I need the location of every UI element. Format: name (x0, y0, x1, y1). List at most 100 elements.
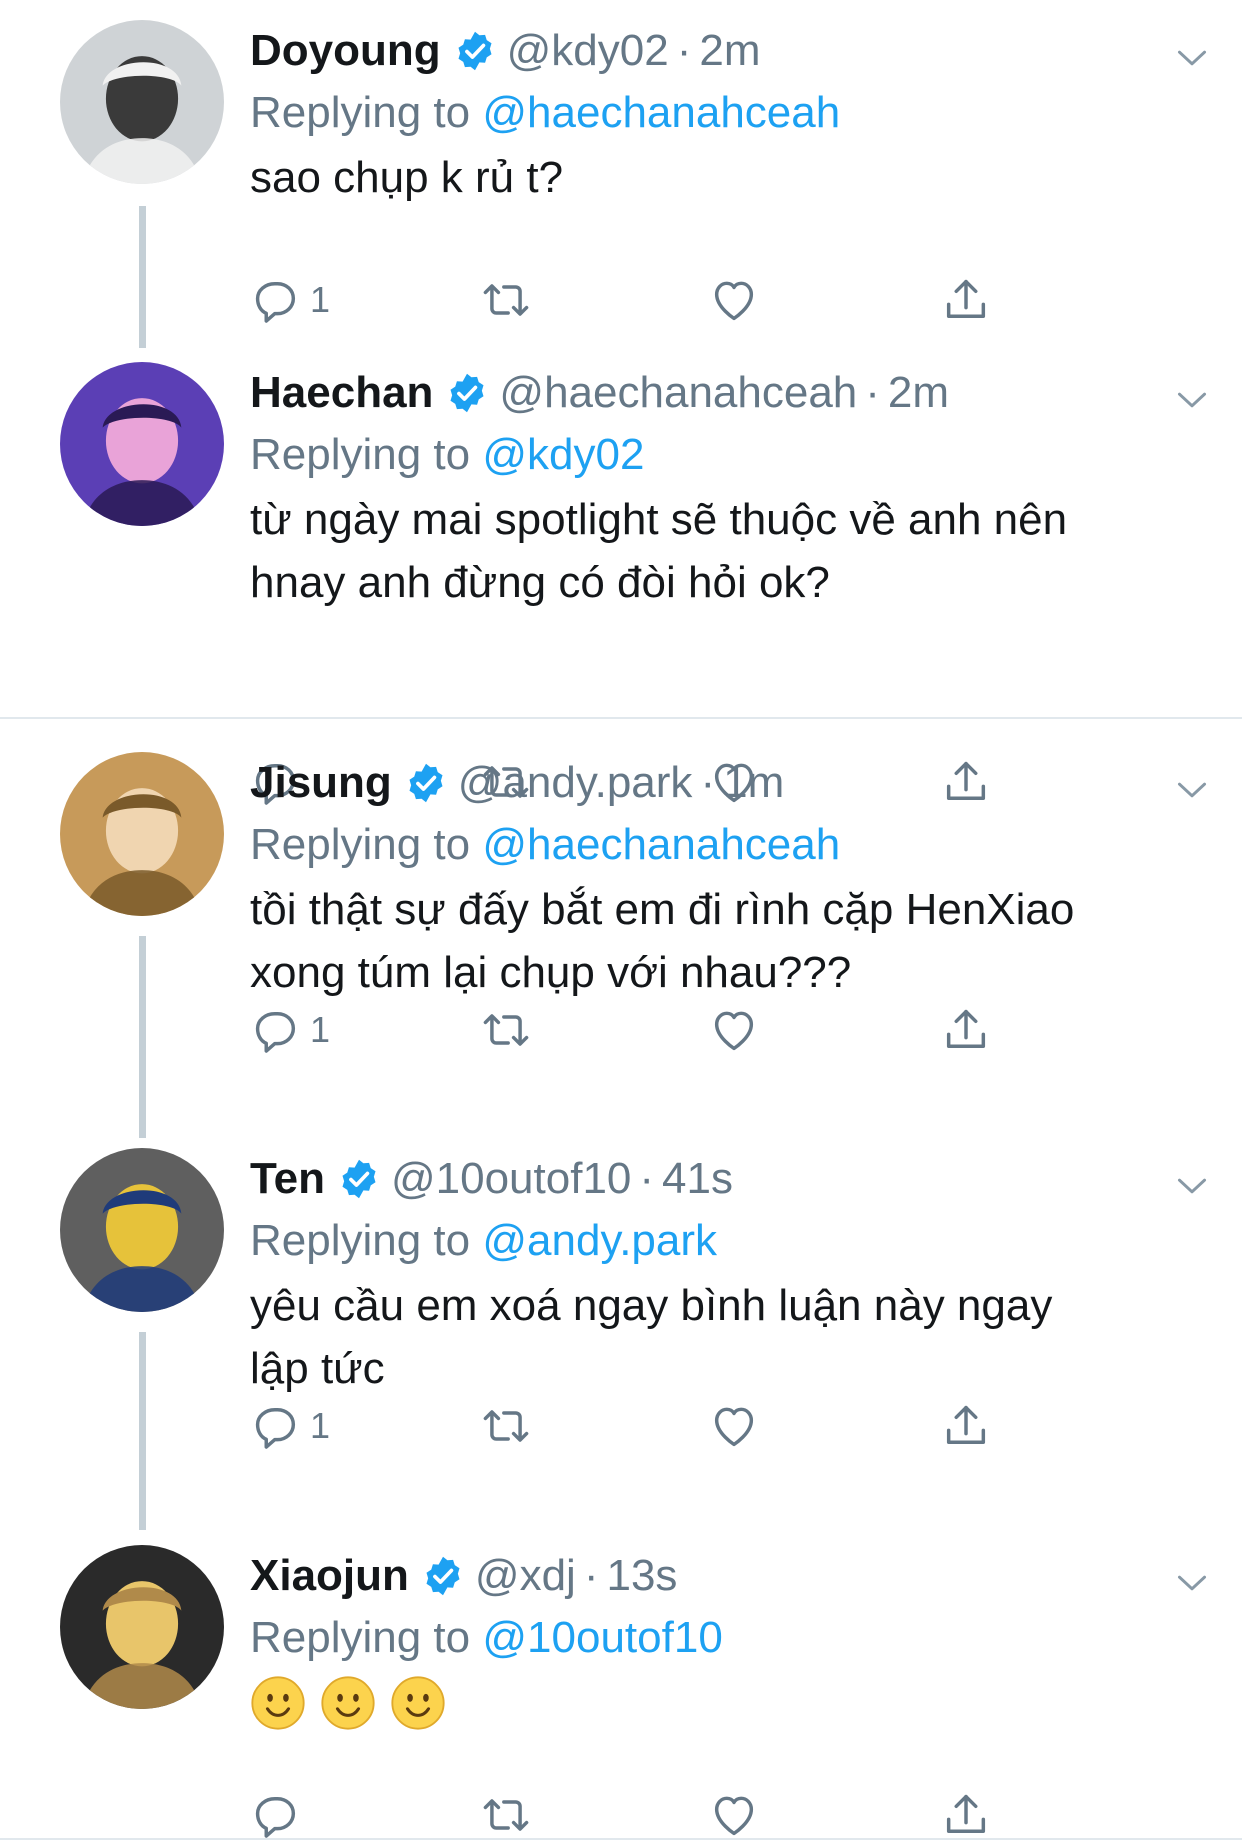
user-handle[interactable]: @10outof10 (391, 1154, 631, 1204)
heart-icon (708, 1789, 760, 1841)
replying-to-label: Replying to (250, 1613, 471, 1662)
thread-connector-line (139, 206, 146, 348)
tweet-header: Doyoung @kdy02 · 2m (250, 20, 1190, 82)
chevron-down-icon[interactable] (1172, 38, 1212, 78)
tweet-content: Doyoung @kdy02 · 2m Replying to @haechanahce… (250, 20, 1190, 323)
tweet-thread-feed: Doyoung @kdy02 · 2m Replying to @haechanahce… (0, 0, 1242, 1842)
display-name[interactable]: Doyoung (250, 26, 441, 76)
reply-icon (250, 1004, 302, 1056)
reply-count: 1 (310, 1009, 331, 1050)
tweet-content: Xiaojun @xdj · 13s Replying to @10outof10 (250, 1545, 1190, 1838)
tweet-header: Xiaojun @xdj · 13s (250, 1545, 1190, 1607)
retweet-icon (480, 1789, 532, 1841)
like-button[interactable] (708, 1000, 760, 1060)
share-button[interactable] (940, 1000, 992, 1060)
replying-to: Replying to @10outof10 (250, 1607, 1190, 1669)
tweet-text-line: lập tức (250, 1344, 385, 1393)
display-name[interactable]: Haechan (250, 368, 433, 418)
tweet-text-line: sao chụp k rủ t? (250, 153, 564, 202)
tweet-header: Haechan @haechanahceah · 2m (250, 362, 1190, 424)
mention-link[interactable]: @haechanahceah (482, 88, 840, 137)
tweet-content: Ten @10outof10 · 41s Replying to @andy.park y… (250, 1148, 1190, 1449)
tweet-separator (0, 717, 1242, 719)
tweet-text-line: từ ngày mai spotlight sẽ thuộc về anh nê… (250, 495, 1068, 544)
thread-connector-line (139, 1332, 146, 1530)
tweet-header: Jisung @andy.park · 1m (250, 752, 1190, 814)
share-button[interactable] (940, 1396, 992, 1456)
reply-count: 1 (310, 279, 331, 320)
tweet-actions: 1 (250, 1000, 1050, 1060)
mention-link[interactable]: @10outof10 (482, 1613, 722, 1662)
timestamp[interactable]: 1m (723, 758, 784, 808)
share-button[interactable] (940, 270, 992, 330)
share-icon (940, 1400, 992, 1452)
reply-button[interactable] (250, 1785, 302, 1845)
slightly-smiling-face-icon (390, 1675, 446, 1731)
verified-badge-icon (445, 371, 489, 415)
chevron-down-icon[interactable] (1172, 1166, 1212, 1206)
replying-to: Replying to @haechanahceah (250, 814, 1190, 876)
tweet-separator (0, 1838, 1242, 1840)
mention-link[interactable]: @andy.park (482, 1216, 717, 1265)
retweet-button[interactable] (480, 1785, 532, 1845)
replying-to: Replying to @andy.park (250, 1210, 1190, 1272)
reply-button[interactable]: 1 (250, 270, 330, 330)
avatar[interactable] (60, 1148, 224, 1312)
user-handle[interactable]: @haechanahceah (499, 368, 857, 418)
tweet-actions: 1 (250, 270, 1050, 330)
verified-badge-icon (421, 1554, 465, 1598)
retweet-button[interactable] (480, 270, 532, 330)
share-icon (940, 1004, 992, 1056)
thread-connector-line (139, 936, 146, 1138)
verified-badge-icon (404, 761, 448, 805)
reply-button[interactable]: 1 (250, 1396, 330, 1456)
reply-button[interactable]: 1 (250, 1000, 330, 1060)
user-handle[interactable]: @andy.park (458, 758, 693, 808)
tweet-text-line: hnay anh đừng có đòi hỏi ok? (250, 558, 830, 607)
replying-to: Replying to @kdy02 (250, 424, 1190, 486)
replying-to-label: Replying to (250, 1216, 471, 1265)
avatar[interactable] (60, 20, 224, 184)
timestamp[interactable]: 41s (662, 1154, 733, 1204)
display-name[interactable]: Ten (250, 1154, 325, 1204)
display-name[interactable]: Xiaojun (250, 1551, 409, 1601)
slightly-smiling-face-icon (320, 1675, 376, 1731)
tweet-text-line: xong túm lại chụp với nhau??? (250, 948, 852, 997)
avatar[interactable] (60, 752, 224, 916)
retweet-button[interactable] (480, 1396, 532, 1456)
separator-dot: · (583, 1551, 599, 1600)
separator-dot: · (865, 368, 880, 417)
mention-link[interactable]: @kdy02 (482, 430, 644, 479)
retweet-button[interactable] (480, 1000, 532, 1060)
user-handle[interactable]: @xdj (475, 1551, 576, 1601)
mention-link[interactable]: @haechanahceah (482, 820, 840, 869)
share-button[interactable] (940, 1785, 992, 1845)
chevron-down-icon[interactable] (1172, 380, 1212, 420)
share-icon (940, 1789, 992, 1841)
timestamp[interactable]: 13s (606, 1551, 677, 1601)
timestamp[interactable]: 2m (699, 26, 760, 76)
avatar[interactable] (60, 1545, 224, 1709)
tweet-content: Jisung @andy.park · 1m Replying to @haechana… (250, 752, 1190, 1053)
like-button[interactable] (708, 1785, 760, 1845)
display-name[interactable]: Jisung (250, 758, 392, 808)
retweet-icon (480, 1004, 532, 1056)
retweet-icon (480, 274, 532, 326)
timestamp[interactable]: 2m (888, 368, 949, 418)
reply-icon (250, 1400, 302, 1452)
chevron-down-icon[interactable] (1172, 1563, 1212, 1603)
separator-dot: · (639, 1154, 655, 1203)
user-handle[interactable]: @kdy02 (507, 26, 669, 76)
reply-icon (250, 274, 302, 326)
avatar[interactable] (60, 362, 224, 526)
heart-icon (708, 1400, 760, 1452)
slightly-smiling-face-icon (250, 1675, 306, 1731)
separator-dot: · (676, 26, 692, 75)
like-button[interactable] (708, 1396, 760, 1456)
like-button[interactable] (708, 270, 760, 330)
replying-to: Replying to @haechanahceah (250, 82, 1190, 144)
tweet-text-line: tồi thật sự đấy bắt em đi rình cặp HenXi… (250, 885, 1075, 934)
chevron-down-icon[interactable] (1172, 770, 1212, 810)
tweet-text: sao chụp k rủ t? (250, 146, 1190, 209)
replying-to-label: Replying to (250, 430, 471, 479)
